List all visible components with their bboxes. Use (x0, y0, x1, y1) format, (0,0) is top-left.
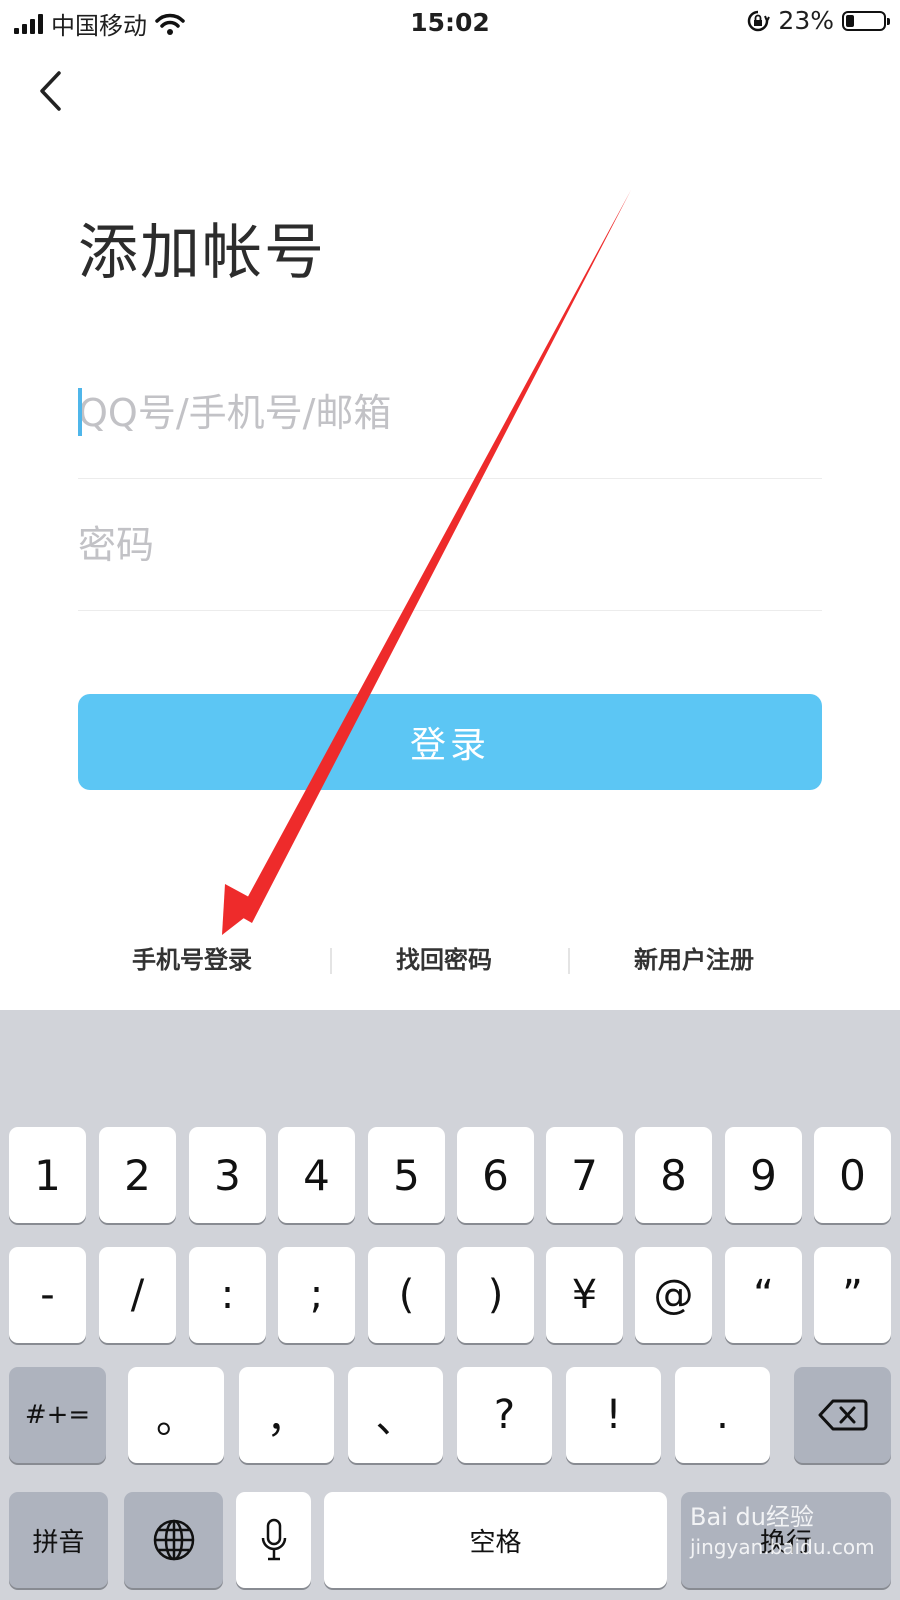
key-close-quote[interactable]: ” (814, 1247, 891, 1343)
key-yen[interactable]: ¥ (546, 1247, 623, 1343)
link-divider (568, 948, 570, 974)
chevron-left-icon (40, 71, 61, 111)
backspace-icon (818, 1399, 867, 1431)
backspace-key[interactable] (794, 1367, 891, 1463)
key-slash[interactable]: / (99, 1247, 176, 1343)
account-field[interactable] (78, 348, 822, 479)
key-enumeration-comma[interactable]: 、 (348, 1367, 443, 1463)
back-button[interactable] (30, 66, 70, 116)
globe-icon (153, 1519, 194, 1561)
key-open-paren[interactable]: ( (368, 1247, 445, 1343)
phone-login-link[interactable]: 手机号登录 (132, 940, 252, 975)
text-cursor (78, 388, 82, 436)
key-7[interactable]: 7 (546, 1127, 623, 1223)
key-1[interactable]: 1 (9, 1127, 86, 1223)
battery-percent: 23% (778, 6, 834, 35)
key-at[interactable]: @ (635, 1247, 712, 1343)
key-exclamation[interactable]: ! (566, 1367, 661, 1463)
key-hyphen[interactable]: - (9, 1247, 86, 1343)
key-colon[interactable]: : (189, 1247, 266, 1343)
status-right: 23% (746, 6, 890, 35)
watermark-brand: Bai du经验 (690, 1503, 814, 1531)
key-0[interactable]: 0 (814, 1127, 891, 1223)
key-period[interactable]: . (675, 1367, 770, 1463)
status-bar: 中国移动 15:02 23% (0, 0, 900, 46)
account-input[interactable] (78, 348, 822, 478)
link-divider (330, 948, 332, 974)
microphone-icon (261, 1518, 286, 1561)
recover-password-link[interactable]: 找回密码 (396, 940, 492, 975)
symbols-toggle-key[interactable]: #+= (9, 1367, 106, 1463)
password-field[interactable] (78, 480, 822, 611)
key-2[interactable]: 2 (99, 1127, 176, 1223)
space-key[interactable]: 空格 (324, 1492, 667, 1588)
login-button[interactable]: 登录 (78, 694, 822, 790)
key-9[interactable]: 9 (725, 1127, 802, 1223)
key-4[interactable]: 4 (278, 1127, 355, 1223)
register-link[interactable]: 新用户注册 (634, 940, 754, 975)
battery-icon (842, 10, 890, 31)
password-input[interactable] (78, 480, 822, 610)
key-3[interactable]: 3 (189, 1127, 266, 1223)
globe-key[interactable] (124, 1492, 223, 1588)
key-8[interactable]: 8 (635, 1127, 712, 1223)
key-close-paren[interactable]: ) (457, 1247, 534, 1343)
orientation-lock-icon (748, 10, 771, 31)
key-5[interactable]: 5 (368, 1127, 445, 1223)
key-semicolon[interactable]: ; (278, 1247, 355, 1343)
watermark: Bai du经验 jingyan.baidu.com (690, 1502, 875, 1562)
key-comma-cjk[interactable]: ， (239, 1367, 334, 1463)
microphone-key[interactable] (236, 1492, 311, 1588)
key-open-quote[interactable]: “ (725, 1247, 802, 1343)
key-period-cjk[interactable]: 。 (128, 1367, 224, 1463)
key-question[interactable]: ? (457, 1367, 552, 1463)
watermark-url: jingyan.baidu.com (690, 1535, 875, 1559)
pinyin-key[interactable]: 拼音 (9, 1492, 108, 1588)
page-title: 添加帐号 (78, 218, 326, 288)
key-6[interactable]: 6 (457, 1127, 534, 1223)
